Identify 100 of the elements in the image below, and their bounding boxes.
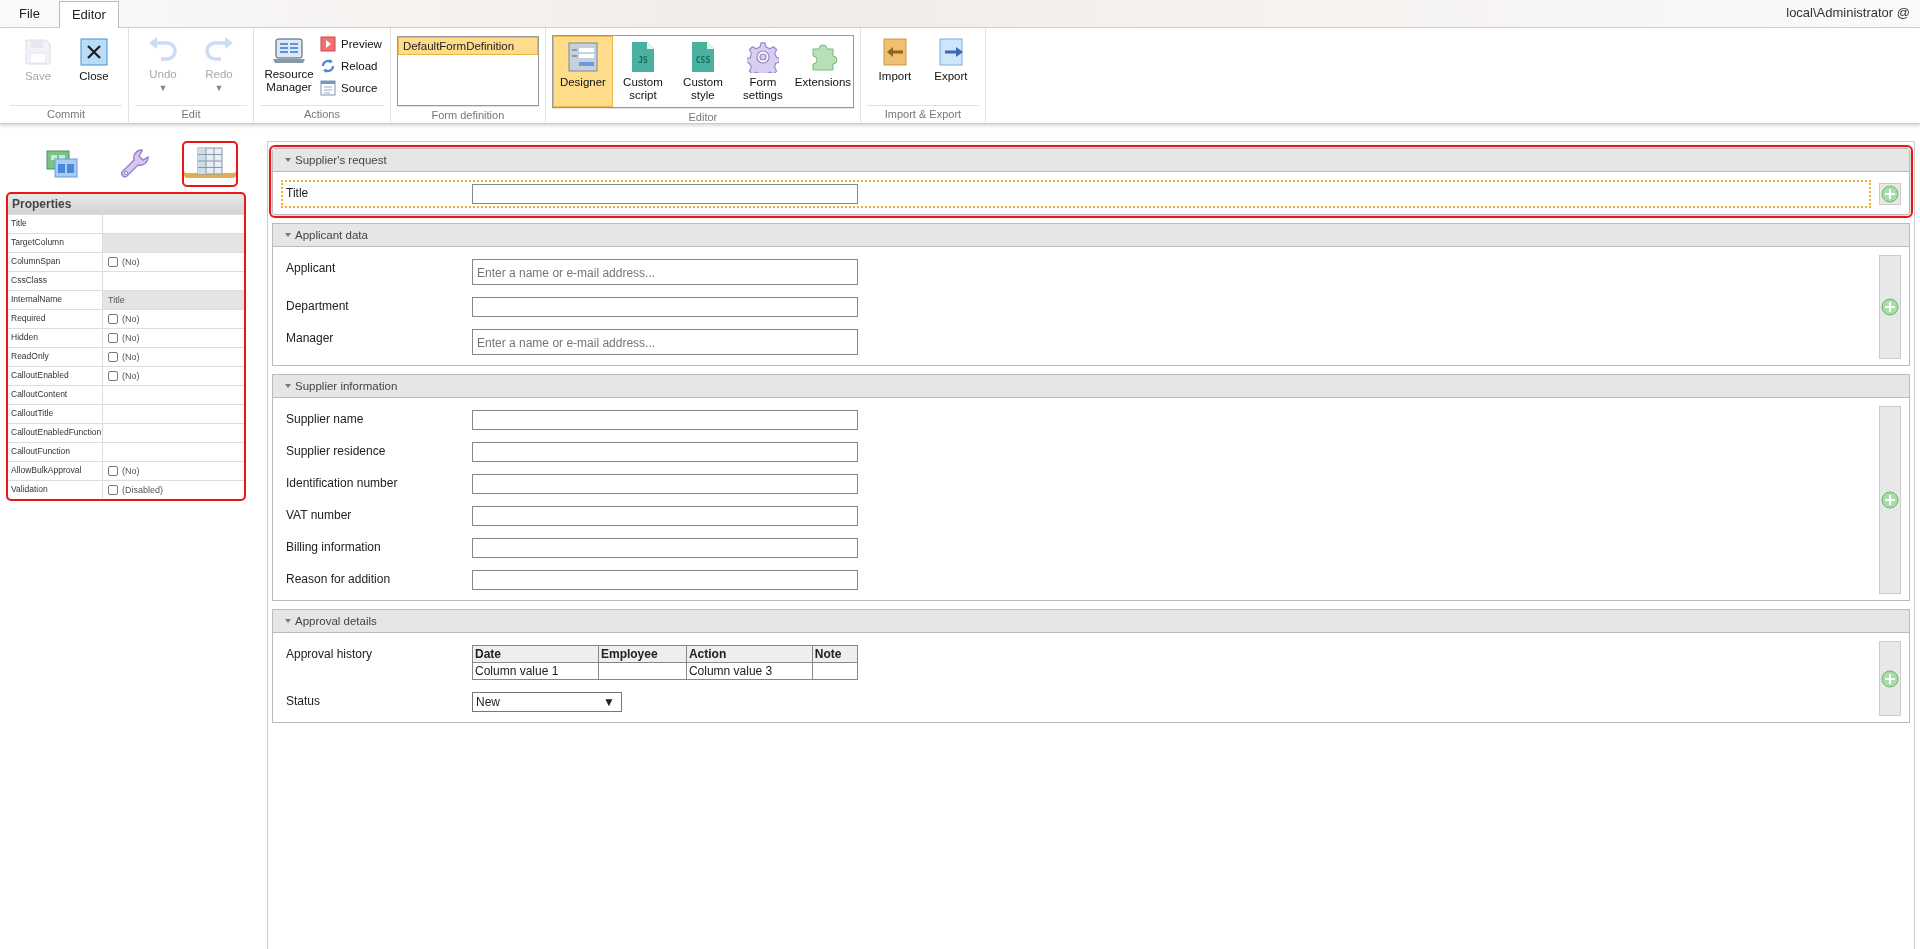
- text-field[interactable]: [472, 184, 858, 204]
- field-label: Reason for addition: [286, 571, 392, 588]
- custom-button[interactable]: JS Custom script: [612, 36, 673, 107]
- field-row[interactable]: Reason for addition: [281, 566, 1871, 594]
- table-cell: Column value 3: [686, 662, 813, 680]
- puzzle-button[interactable]: Extensions: [792, 36, 853, 107]
- group-label: Actions: [260, 105, 384, 123]
- group-label: Editor: [551, 108, 854, 126]
- property-name: ColumnSpan: [8, 253, 103, 271]
- field-label: Department: [286, 298, 350, 315]
- checkbox[interactable]: [108, 257, 118, 267]
- custom-button[interactable]: CSS Custom style: [672, 36, 733, 107]
- text-field[interactable]: [472, 538, 858, 558]
- field-row[interactable]: VAT number: [281, 502, 1871, 530]
- property-name: CalloutEnabled: [8, 367, 103, 385]
- property-value: (No): [122, 314, 140, 324]
- designer-button[interactable]: Designer: [552, 36, 613, 107]
- field-row[interactable]: Identification number: [281, 470, 1871, 498]
- property-name: CalloutContent: [8, 386, 103, 404]
- form-layout-icon: [566, 41, 599, 73]
- add-icon: [1881, 298, 1899, 316]
- field-label: Supplier residence: [286, 443, 387, 460]
- text-field[interactable]: [472, 474, 858, 494]
- list-item[interactable]: DefaultFormDefinition: [397, 37, 538, 55]
- property-name: Validation: [8, 481, 103, 499]
- checkbox[interactable]: [108, 371, 118, 381]
- group-label: Commit: [10, 105, 122, 123]
- section-header[interactable]: Approval details: [273, 610, 1909, 633]
- import-icon: [880, 37, 909, 67]
- property-value: (No): [122, 352, 140, 362]
- column-header: Date: [472, 645, 599, 663]
- add-column-button[interactable]: [1879, 183, 1901, 205]
- property-name: CalloutFunction: [8, 443, 103, 461]
- property-name: AllowBulkApproval: [8, 462, 103, 480]
- property-value: (No): [122, 466, 140, 476]
- table-cell: Column value 1: [472, 662, 599, 680]
- text-field[interactable]: [472, 297, 858, 317]
- group-label: Edit: [135, 105, 247, 123]
- checkbox[interactable]: [108, 485, 118, 495]
- text-field[interactable]: [472, 506, 858, 526]
- wrench-icon: [120, 148, 152, 180]
- text-field[interactable]: [472, 410, 858, 430]
- field-label: Identification number: [286, 475, 399, 492]
- document-icon: CSS: [689, 41, 716, 73]
- property-value: (Disabled): [122, 485, 163, 495]
- preview-button[interactable]: Preview: [318, 34, 384, 54]
- property-value: (No): [122, 333, 140, 343]
- text-field[interactable]: [472, 442, 858, 462]
- export-button[interactable]: Export: [922, 32, 979, 88]
- resource-manager-button[interactable]: Resource Manager: [260, 32, 318, 99]
- people-picker-field[interactable]: Enter a name or e-mail address...: [472, 329, 858, 355]
- property-value: (No): [122, 371, 140, 381]
- section-header[interactable]: Supplier information: [273, 375, 1909, 398]
- field-row[interactable]: Supplier name: [281, 406, 1871, 434]
- field-row[interactable]: Billing information: [281, 534, 1871, 562]
- reload-button[interactable]: Reload: [318, 56, 384, 76]
- property-name: Hidden: [8, 329, 103, 347]
- selected-field-row[interactable]: Title: [281, 180, 1871, 208]
- gear-button[interactable]: Form settings: [732, 36, 793, 107]
- menu-tab[interactable]: Editor: [58, 1, 119, 28]
- source-window-icon: [320, 80, 336, 96]
- property-name: Title: [8, 215, 103, 233]
- add-column-button[interactable]: [1879, 641, 1901, 716]
- column-header: Employee: [598, 645, 687, 663]
- import-button[interactable]: Import: [866, 32, 923, 88]
- layout-icon: [45, 149, 79, 179]
- table-icon: [196, 145, 224, 176]
- close-button[interactable]: Close: [66, 32, 122, 88]
- column-header: Note: [812, 645, 858, 663]
- field-label: Applicant: [286, 260, 337, 277]
- reload-icon: [320, 58, 336, 74]
- panel-tab[interactable]: [182, 141, 238, 187]
- text-field[interactable]: [472, 570, 858, 590]
- source-button[interactable]: Source: [318, 78, 384, 98]
- section-header[interactable]: Applicant data: [273, 224, 1909, 247]
- property-name: ReadOnly: [8, 348, 103, 366]
- field-row[interactable]: Supplier residence: [281, 438, 1871, 466]
- column-header: Action: [686, 645, 813, 663]
- menu-tab[interactable]: File: [6, 0, 53, 27]
- field-label: Manager: [286, 330, 335, 347]
- checkbox[interactable]: [108, 333, 118, 343]
- field-row[interactable]: Approval history Date Employee Action Note Column value 1 Column value 3: [281, 641, 1871, 684]
- table-cell: [812, 662, 858, 680]
- people-picker-field[interactable]: Enter a name or e-mail address...: [472, 259, 858, 285]
- field-row[interactable]: Department: [281, 293, 1871, 321]
- field-row[interactable]: Status New ▼: [281, 688, 1871, 716]
- property-name: Required: [8, 310, 103, 328]
- form-definition-list[interactable]: DefaultFormDefinition: [396, 36, 539, 106]
- field-label: Approval history: [286, 646, 374, 663]
- user-name: local\Administrator @: [1786, 5, 1910, 20]
- status-dropdown[interactable]: New ▼: [472, 692, 622, 712]
- section-header[interactable]: Supplier's request: [273, 149, 1909, 172]
- laptop-icon: [272, 37, 306, 65]
- checkbox[interactable]: [108, 314, 118, 324]
- property-value: (No): [122, 257, 140, 267]
- checkbox[interactable]: [108, 352, 118, 362]
- field-row[interactable]: Manager Enter a name or e-mail address...: [281, 325, 1871, 359]
- checkbox[interactable]: [108, 466, 118, 476]
- property-name: CssClass: [8, 272, 103, 290]
- field-row[interactable]: Applicant Enter a name or e-mail address...: [281, 255, 1871, 289]
